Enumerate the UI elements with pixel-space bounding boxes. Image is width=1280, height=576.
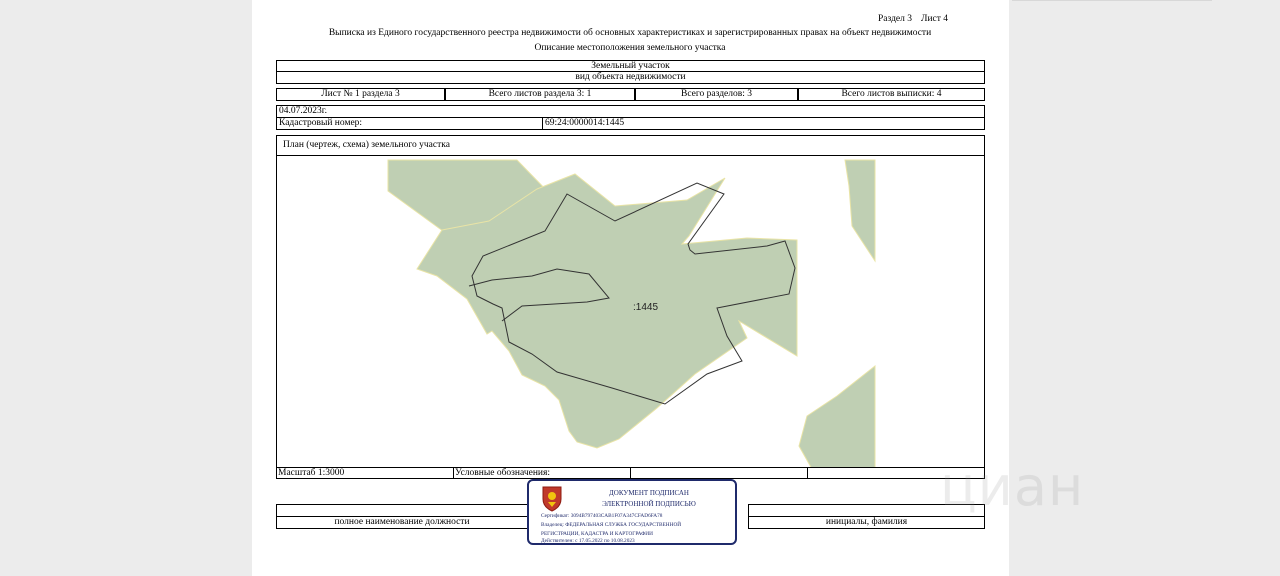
object-type-caption: вид объекта недвижимости xyxy=(575,72,686,82)
total-sheets-cell: Всего листов выписки: 4 xyxy=(798,88,985,101)
emblem-icon xyxy=(542,486,562,512)
document-subtitle: Описание местоположения земельного участ… xyxy=(534,43,726,53)
cadastral-number: 69:24:0000014:1445 xyxy=(545,118,625,128)
cadastral-value-cell: 69:24:0000014:1445 xyxy=(542,117,985,130)
legend-label: Условные обозначения: xyxy=(455,468,551,478)
parcel-label: :1445 xyxy=(633,302,658,313)
section-label: Раздел 3 xyxy=(878,14,912,24)
stamp-validity: Действителен: с 17.05.2022 по 10.08.2023 xyxy=(541,538,635,544)
scale: Масштаб 1:3000 xyxy=(278,468,345,478)
total-sheets-section: Всего листов раздела 3: 1 xyxy=(488,89,592,99)
sheet-number: Лист № 1 раздела 3 xyxy=(321,89,400,99)
plan-map: :1445 xyxy=(387,159,876,467)
digital-signature-stamp: ДОКУМЕНТ ПОДПИСАН ЭЛЕКТРОННОЙ ПОДПИСЬЮ С… xyxy=(527,479,737,545)
position-caption: полное наименование должности xyxy=(334,517,470,527)
watermark-text: циан xyxy=(940,455,1085,518)
total-sections-cell: Всего разделов: 3 xyxy=(635,88,798,101)
scale-cell: Масштаб 1:3000 xyxy=(276,467,454,479)
legend-empty-cell-1 xyxy=(630,467,808,479)
stamp-owner-line-1: Владелец: ФЕДЕРАЛЬНАЯ СЛУЖБА ГОСУДАРСТВЕ… xyxy=(541,522,682,528)
initials-caption: инициалы, фамилия xyxy=(825,517,908,527)
stamp-line-2: ЭЛЕКТРОННОЙ ПОДПИСЬЮ xyxy=(602,500,696,508)
document-title: Выписка из Единого государственного реес… xyxy=(328,28,932,38)
surrounding-land-right-top xyxy=(844,159,876,263)
plan-title-cell: План (чертеж, схема) земельного участка xyxy=(276,135,985,156)
extract-date: 04.07.2023г. xyxy=(279,106,327,116)
stamp-line-1: ДОКУМЕНТ ПОДПИСАН xyxy=(609,489,689,497)
plan-title: План (чертеж, схема) земельного участка xyxy=(283,140,450,150)
stamp-certificate: Сертификат: 3094B797403CAB1F07A347CFAD6F… xyxy=(541,513,663,519)
total-sections: Всего разделов: 3 xyxy=(680,89,752,99)
surrounding-land-right-bottom xyxy=(798,364,876,467)
sheet-label: Лист 4 xyxy=(921,14,949,24)
top-divider xyxy=(1012,0,1212,1)
plan-drawing: :1445 xyxy=(276,155,985,468)
position-caption-cell: полное наименование должности xyxy=(276,516,528,529)
total-sheets-section-cell: Всего листов раздела 3: 1 xyxy=(445,88,635,101)
cadastral-label-cell: Кадастровый номер: xyxy=(276,117,543,130)
sheet-number-cell: Лист № 1 раздела 3 xyxy=(276,88,445,101)
total-sheets: Всего листов выписки: 4 xyxy=(841,89,942,99)
object-type: Земельный участок xyxy=(591,61,670,71)
stamp-owner-line-2: РЕГИСТРАЦИИ, КАДАСТРА И КАРТОГРАФИИ xyxy=(541,531,653,537)
object-type-caption-cell: вид объекта недвижимости xyxy=(276,71,985,84)
cadastral-label: Кадастровый номер: xyxy=(279,118,363,128)
legend-cell: Условные обозначения: xyxy=(453,467,631,479)
